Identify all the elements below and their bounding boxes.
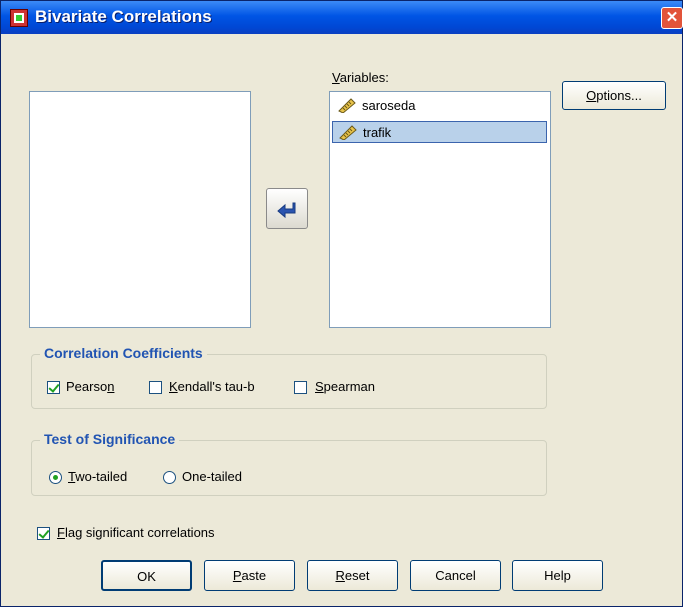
close-button[interactable]: ✕: [661, 7, 683, 29]
list-item[interactable]: saroseda: [332, 95, 547, 117]
bivariate-correlations-dialog: Bivariate Correlations ✕ Variables: saro…: [0, 0, 683, 607]
one-tailed-label[interactable]: One-tailed: [182, 469, 242, 484]
source-variable-list[interactable]: [29, 91, 251, 328]
flag-significant-checkbox[interactable]: [37, 527, 50, 540]
target-variable-list[interactable]: saroseda trafik: [329, 91, 551, 328]
correlation-coefficients-group: Correlation Coefficients Pearson Kendall…: [31, 345, 547, 409]
two-tailed-label[interactable]: Two-tailed: [68, 469, 127, 484]
kendall-label[interactable]: Kendall's tau-b: [169, 379, 255, 394]
arrow-left-icon: [277, 202, 296, 219]
test-of-significance-group: Test of Significance Two-tailed One-tail…: [31, 431, 547, 496]
move-variable-button[interactable]: [266, 188, 308, 229]
spearman-checkbox[interactable]: [294, 381, 307, 394]
scale-ruler-icon: [339, 125, 357, 140]
scale-ruler-icon: [338, 98, 356, 113]
window-title: Bivariate Correlations: [35, 7, 212, 26]
pearson-checkbox[interactable]: [47, 381, 60, 394]
spearman-label[interactable]: Spearman: [315, 379, 375, 394]
app-icon: [10, 9, 28, 27]
reset-button[interactable]: Reset: [307, 560, 398, 591]
options-button[interactable]: Options...: [562, 81, 666, 110]
title-bar[interactable]: Bivariate Correlations ✕: [1, 1, 683, 34]
help-button[interactable]: Help: [512, 560, 603, 591]
variables-label: Variables:: [332, 70, 389, 85]
variable-name: trafik: [363, 125, 392, 140]
variable-name: saroseda: [362, 98, 416, 113]
kendall-checkbox[interactable]: [149, 381, 162, 394]
paste-button[interactable]: Paste: [204, 560, 295, 591]
group-title: Test of Significance: [40, 431, 180, 447]
group-title: Correlation Coefficients: [40, 345, 207, 361]
pearson-label[interactable]: Pearson: [66, 379, 114, 394]
flag-significant-label[interactable]: Flag significant correlations: [57, 525, 215, 540]
ok-button[interactable]: OK: [101, 560, 192, 591]
cancel-button[interactable]: Cancel: [410, 560, 501, 591]
two-tailed-radio[interactable]: [49, 471, 62, 484]
one-tailed-radio[interactable]: [163, 471, 176, 484]
list-item[interactable]: trafik: [332, 121, 547, 143]
